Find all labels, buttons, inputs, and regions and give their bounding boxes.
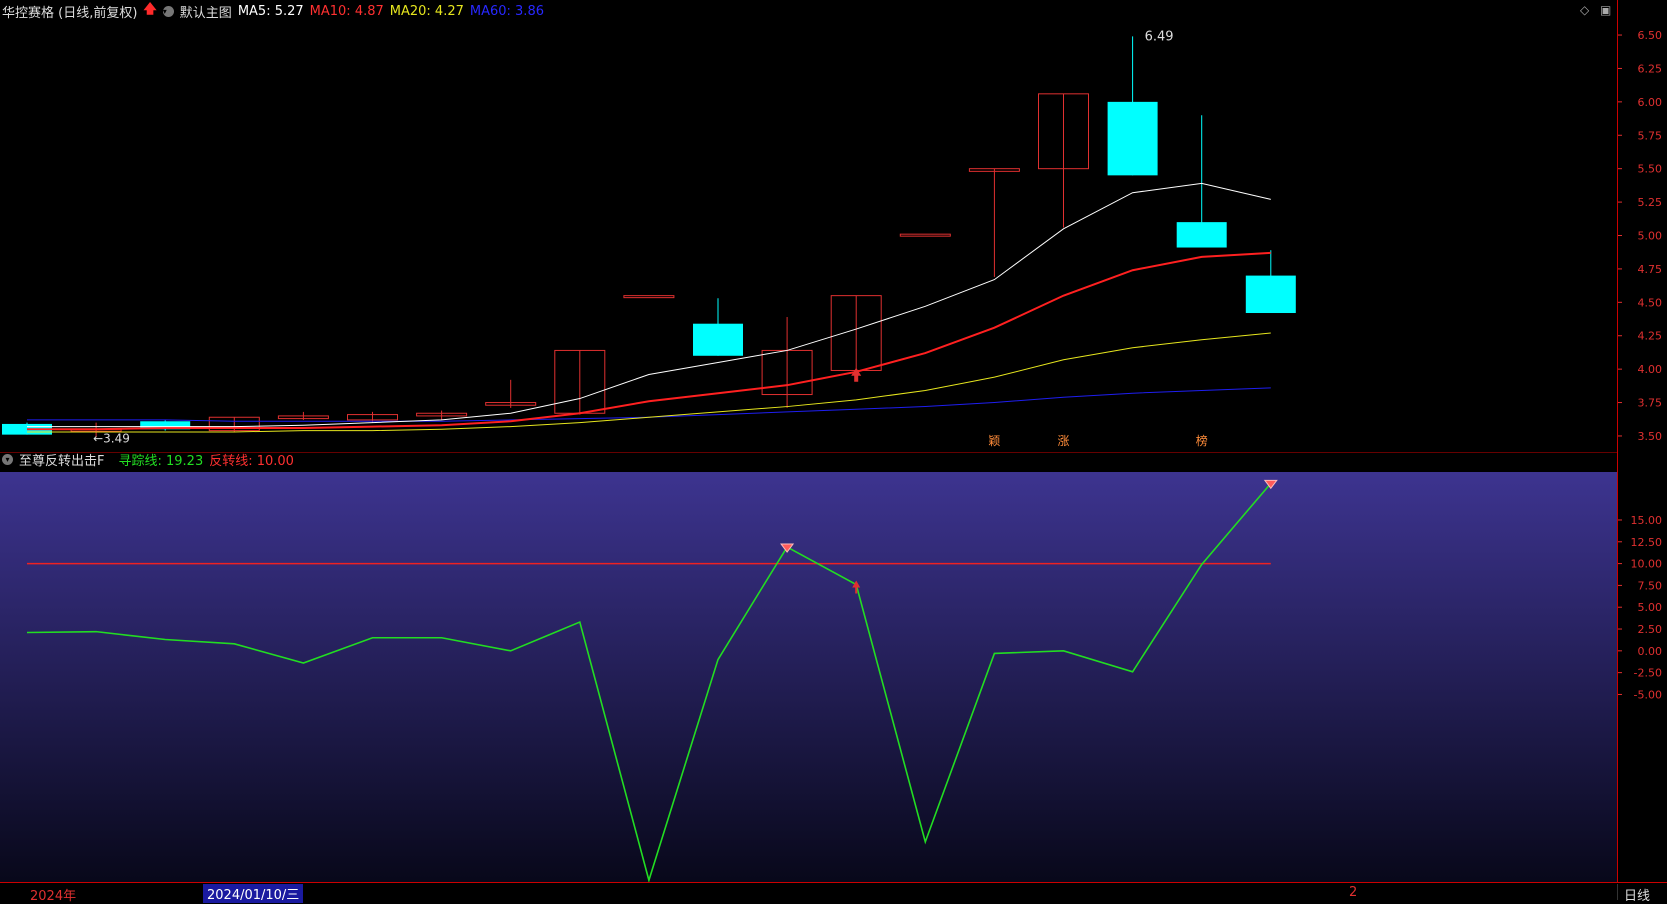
up-arrow-icon: 🡅 (143, 2, 157, 17)
price-chart-panel[interactable]: 6.49 ←3.49 颖 涨 榜 华控赛格 (日线,前复权) 🡅 ▾ 默认主图 MA5:… (0, 0, 1617, 452)
candle-body (1107, 101, 1158, 176)
candle-body (1176, 222, 1227, 248)
ma20-label: MA20: 4.27 (389, 3, 464, 19)
price-axis[interactable]: 6.50 6.25 6.00 5.75 5.50 5.25 5.00 4.75 4.50 4.25… (1617, 0, 1667, 882)
axis-tick-label: 6.25 (1638, 62, 1663, 75)
high-price-label: 6.49 (1145, 29, 1174, 44)
axis-tick-label: 5.50 (1638, 163, 1663, 176)
axis-tick-label: 6.00 (1638, 96, 1663, 109)
candle-body (693, 323, 743, 356)
tag-label: 榜 (1196, 433, 1208, 448)
low-price-label: ←3.49 (93, 431, 130, 445)
time-axis-bar[interactable]: 2024年 2024/01/10/三 2 日线 (0, 882, 1667, 904)
template-name[interactable]: 默认主图 (180, 2, 232, 21)
restore-window-icon[interactable]: ▣ (1600, 3, 1611, 17)
ma60-label: MA60: 3.86 (469, 3, 544, 19)
indicator-chart[interactable] (0, 452, 1617, 882)
indicator-name[interactable]: 至尊反转出击F (19, 450, 104, 469)
year-label: 2024年 (30, 889, 77, 904)
dropdown-circle-icon[interactable]: ▾ (2, 453, 13, 465)
ma10-label: MA10: 4.87 (309, 3, 384, 19)
ma5-label: MA5: 5.27 (237, 3, 304, 19)
axis-tick-label: 5.00 (1638, 230, 1663, 243)
axis-tick-label: 5.25 (1638, 196, 1663, 209)
axis-labels: 6.50 6.25 6.00 5.75 5.50 5.25 5.00 4.75 4.50 4.25… (1618, 29, 1663, 701)
axis-tick-label: 4.50 (1638, 296, 1663, 309)
dropdown-circle-icon[interactable]: ▾ (162, 5, 174, 17)
right-number-label: 2 (1349, 885, 1358, 900)
period-label[interactable]: 日线 (1624, 885, 1650, 904)
axis-tick-label: 15.00 (1631, 514, 1663, 527)
cursor-date-label: 2024/01/10/三 (203, 884, 304, 903)
axis-tick-label: 6.50 (1638, 29, 1663, 42)
tag-label: 颖 (988, 434, 1000, 448)
track-line-label: 寻踪线: 19.23 (118, 453, 204, 469)
indicator-header: ▾ 至尊反转出击F 寻踪线: 19.23 反转线: 10.00 (2, 450, 294, 469)
axis-tick-label: 4.75 (1638, 263, 1663, 276)
axis-tick-label: 4.00 (1638, 363, 1663, 376)
axis-tick-label: 7.50 (1638, 579, 1663, 592)
axis-tick-label: -2.50 (1634, 667, 1662, 680)
axis-tick-label: 5.00 (1638, 601, 1663, 614)
tag-label: 涨 (1057, 433, 1069, 448)
axis-tick-label: 12.50 (1631, 536, 1663, 549)
indicator-panel[interactable] (0, 452, 1617, 882)
axis-tick-label: 3.75 (1638, 397, 1663, 410)
axis-tick-label: 2.50 (1638, 623, 1663, 636)
reverse-line-label: 反转线: 10.00 (209, 453, 294, 469)
axis-tick-label: 3.50 (1638, 430, 1663, 443)
axis-tick-label: 5.75 (1638, 129, 1663, 142)
chart-header: 华控赛格 (日线,前复权) 🡅 ▾ 默认主图 MA5: 5.27 MA10: 4… (2, 2, 544, 21)
diamond-icon[interactable]: ◇ (1580, 3, 1589, 17)
stock-title[interactable]: 华控赛格 (日线,前复权) (2, 2, 137, 21)
axis-tick-label: 10.00 (1631, 558, 1663, 571)
price-chart[interactable]: 6.49 ←3.49 颖 涨 榜 (0, 0, 1617, 452)
axis-tick-label: 4.25 (1638, 330, 1663, 343)
axis-tick-label: 0.00 (1638, 645, 1663, 658)
candle-body (1245, 275, 1296, 314)
divider (1617, 884, 1618, 900)
axis-tick-label: -5.00 (1634, 688, 1662, 701)
